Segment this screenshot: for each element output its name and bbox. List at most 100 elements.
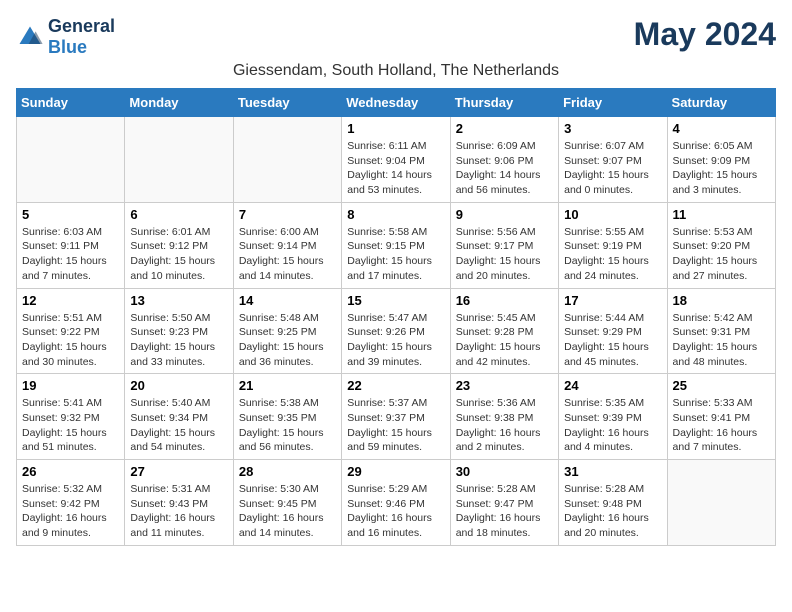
day-number: 15	[347, 293, 444, 308]
calendar-week-5: 26 Sunrise: 5:32 AMSunset: 9:42 PMDayligh…	[17, 460, 776, 546]
col-monday: Monday	[125, 89, 233, 117]
calendar-cell-w4-d4: 22Sunrise: 5:37 AMSunset: 9:37 PMDayligh…	[342, 374, 450, 460]
calendar-cell-w2-d7: 11 Sunrise: 5:53 AMSunset: 9:20 PMDayligh…	[667, 202, 775, 288]
day-info: Sunrise: 6:09 AMSunset: 9:06 PMDaylight:…	[456, 139, 553, 198]
day-number: 13	[130, 293, 227, 308]
calendar-cell-w3-d2: 13Sunrise: 5:50 AMSunset: 9:23 PMDayligh…	[125, 288, 233, 374]
day-info: Sunrise: 5:33 AMSunset: 9:41 PMDaylight:…	[673, 396, 770, 455]
col-friday: Friday	[559, 89, 667, 117]
day-number: 4	[673, 121, 770, 136]
day-info: Sunrise: 5:55 AMSunset: 9:19 PMDaylight:…	[564, 225, 661, 284]
calendar-cell-w3-d3: 14 Sunrise: 5:48 AMSunset: 9:25 PMDayligh…	[233, 288, 341, 374]
day-info: Sunrise: 6:03 AMSunset: 9:11 PMDaylight:…	[22, 225, 119, 284]
day-number: 6	[130, 207, 227, 222]
day-number: 31	[564, 464, 661, 479]
day-number: 14	[239, 293, 336, 308]
day-number: 29	[347, 464, 444, 479]
day-info: Sunrise: 5:51 AMSunset: 9:22 PMDaylight:…	[22, 311, 119, 370]
calendar-cell-w2-d6: 10 Sunrise: 5:55 AMSunset: 9:19 PMDayligh…	[559, 202, 667, 288]
calendar-cell-w5-d6: 31 Sunrise: 5:28 AMSunset: 9:48 PMDayligh…	[559, 460, 667, 546]
day-info: Sunrise: 6:07 AMSunset: 9:07 PMDaylight:…	[564, 139, 661, 198]
day-number: 3	[564, 121, 661, 136]
calendar-cell-w2-d4: 8 Sunrise: 5:58 AMSunset: 9:15 PMDaylight…	[342, 202, 450, 288]
day-info: Sunrise: 5:30 AMSunset: 9:45 PMDaylight:…	[239, 482, 336, 541]
day-info: Sunrise: 5:48 AMSunset: 9:25 PMDaylight:…	[239, 311, 336, 370]
day-number: 16	[456, 293, 553, 308]
day-number: 17	[564, 293, 661, 308]
day-number: 8	[347, 207, 444, 222]
calendar-cell-w5-d3: 28 Sunrise: 5:30 AMSunset: 9:45 PMDayligh…	[233, 460, 341, 546]
day-info: Sunrise: 6:00 AMSunset: 9:14 PMDaylight:…	[239, 225, 336, 284]
day-info: Sunrise: 5:38 AMSunset: 9:35 PMDaylight:…	[239, 396, 336, 455]
calendar-cell-w4-d5: 23Sunrise: 5:36 AMSunset: 9:38 PMDayligh…	[450, 374, 558, 460]
col-sunday: Sunday	[17, 89, 125, 117]
calendar-cell-w1-d6: 3 Sunrise: 6:07 AMSunset: 9:07 PMDaylight…	[559, 117, 667, 203]
day-info: Sunrise: 5:41 AMSunset: 9:32 PMDaylight:…	[22, 396, 119, 455]
day-info: Sunrise: 5:40 AMSunset: 9:34 PMDaylight:…	[130, 396, 227, 455]
day-info: Sunrise: 5:58 AMSunset: 9:15 PMDaylight:…	[347, 225, 444, 284]
day-number: 19	[22, 378, 119, 393]
calendar-cell-w2-d2: 6 Sunrise: 6:01 AMSunset: 9:12 PMDaylight…	[125, 202, 233, 288]
day-info: Sunrise: 5:45 AMSunset: 9:28 PMDaylight:…	[456, 311, 553, 370]
day-number: 30	[456, 464, 553, 479]
day-number: 5	[22, 207, 119, 222]
calendar-cell-w5-d2: 27 Sunrise: 5:31 AMSunset: 9:43 PMDayligh…	[125, 460, 233, 546]
day-number: 10	[564, 207, 661, 222]
day-info: Sunrise: 5:35 AMSunset: 9:39 PMDaylight:…	[564, 396, 661, 455]
calendar-table: Sunday Monday Tuesday Wednesday Thursday…	[16, 88, 776, 546]
logo: General Blue	[16, 16, 115, 58]
calendar-cell-w1-d5: 2 Sunrise: 6:09 AMSunset: 9:06 PMDaylight…	[450, 117, 558, 203]
day-info: Sunrise: 5:28 AMSunset: 9:48 PMDaylight:…	[564, 482, 661, 541]
day-info: Sunrise: 5:47 AMSunset: 9:26 PMDaylight:…	[347, 311, 444, 370]
day-info: Sunrise: 6:01 AMSunset: 9:12 PMDaylight:…	[130, 225, 227, 284]
calendar-cell-w3-d5: 16 Sunrise: 5:45 AMSunset: 9:28 PMDayligh…	[450, 288, 558, 374]
day-number: 9	[456, 207, 553, 222]
day-info: Sunrise: 5:42 AMSunset: 9:31 PMDaylight:…	[673, 311, 770, 370]
calendar-cell-w3-d4: 15 Sunrise: 5:47 AMSunset: 9:26 PMDayligh…	[342, 288, 450, 374]
calendar-cell-w3-d1: 12Sunrise: 5:51 AMSunset: 9:22 PMDayligh…	[17, 288, 125, 374]
day-number: 27	[130, 464, 227, 479]
calendar-cell-w1-d3	[233, 117, 341, 203]
col-saturday: Saturday	[667, 89, 775, 117]
day-number: 7	[239, 207, 336, 222]
calendar-cell-w5-d7	[667, 460, 775, 546]
day-number: 24	[564, 378, 661, 393]
calendar-cell-w1-d2	[125, 117, 233, 203]
day-number: 11	[673, 207, 770, 222]
calendar-cell-w2-d3: 7 Sunrise: 6:00 AMSunset: 9:14 PMDaylight…	[233, 202, 341, 288]
calendar-week-3: 12Sunrise: 5:51 AMSunset: 9:22 PMDayligh…	[17, 288, 776, 374]
day-info: Sunrise: 5:53 AMSunset: 9:20 PMDaylight:…	[673, 225, 770, 284]
day-number: 25	[673, 378, 770, 393]
calendar-cell-w5-d1: 26 Sunrise: 5:32 AMSunset: 9:42 PMDayligh…	[17, 460, 125, 546]
calendar-cell-w1-d4: 1 Sunrise: 6:11 AMSunset: 9:04 PMDaylight…	[342, 117, 450, 203]
day-number: 18	[673, 293, 770, 308]
day-number: 21	[239, 378, 336, 393]
calendar-cell-w4-d1: 19 Sunrise: 5:41 AMSunset: 9:32 PMDayligh…	[17, 374, 125, 460]
location-title: Giessendam, South Holland, The Netherlan…	[16, 62, 776, 80]
month-title: May 2024	[634, 16, 776, 53]
day-info: Sunrise: 6:11 AMSunset: 9:04 PMDaylight:…	[347, 139, 444, 198]
logo-blue: Blue	[48, 37, 87, 57]
calendar-cell-w1-d1	[17, 117, 125, 203]
logo-icon	[16, 23, 44, 51]
logo-text: General Blue	[48, 16, 115, 58]
day-info: Sunrise: 5:31 AMSunset: 9:43 PMDaylight:…	[130, 482, 227, 541]
day-info: Sunrise: 6:05 AMSunset: 9:09 PMDaylight:…	[673, 139, 770, 198]
day-number: 26	[22, 464, 119, 479]
day-number: 2	[456, 121, 553, 136]
day-number: 28	[239, 464, 336, 479]
calendar-cell-w4-d3: 21 Sunrise: 5:38 AMSunset: 9:35 PMDayligh…	[233, 374, 341, 460]
day-info: Sunrise: 5:32 AMSunset: 9:42 PMDaylight:…	[22, 482, 119, 541]
day-number: 23	[456, 378, 553, 393]
calendar-week-1: 1 Sunrise: 6:11 AMSunset: 9:04 PMDaylight…	[17, 117, 776, 203]
calendar-week-2: 5 Sunrise: 6:03 AMSunset: 9:11 PMDaylight…	[17, 202, 776, 288]
calendar-cell-w3-d6: 17Sunrise: 5:44 AMSunset: 9:29 PMDayligh…	[559, 288, 667, 374]
logo-general: General	[48, 16, 115, 36]
col-tuesday: Tuesday	[233, 89, 341, 117]
day-number: 1	[347, 121, 444, 136]
calendar-cell-w4-d7: 25 Sunrise: 5:33 AMSunset: 9:41 PMDayligh…	[667, 374, 775, 460]
col-thursday: Thursday	[450, 89, 558, 117]
day-info: Sunrise: 5:29 AMSunset: 9:46 PMDaylight:…	[347, 482, 444, 541]
calendar-cell-w4-d6: 24 Sunrise: 5:35 AMSunset: 9:39 PMDayligh…	[559, 374, 667, 460]
calendar-cell-w1-d7: 4 Sunrise: 6:05 AMSunset: 9:09 PMDaylight…	[667, 117, 775, 203]
